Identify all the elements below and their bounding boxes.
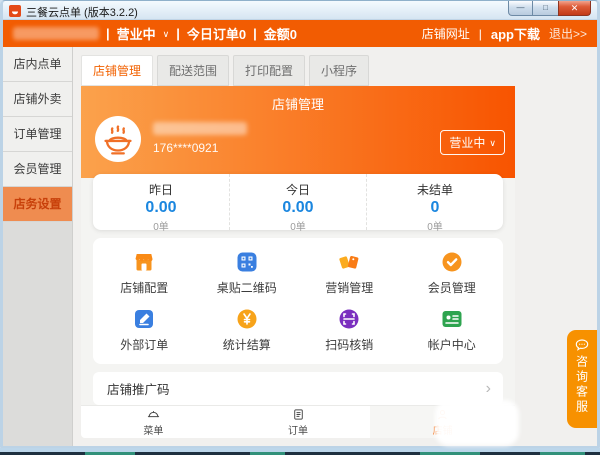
shop-url-link[interactable]: 店铺网址	[422, 25, 470, 42]
panel-header: 店铺管理 176****0921 营业中 ∨	[81, 86, 515, 178]
dish-icon	[147, 410, 159, 417]
tab-mini-program[interactable]: 小程序	[309, 55, 370, 86]
external-order-icon	[135, 309, 154, 328]
customer-service-button[interactable]: 咨询客服	[567, 330, 597, 428]
redacted-area	[435, 400, 519, 446]
grid-item-label: 扫码核销	[325, 337, 374, 352]
member-check-icon	[442, 252, 462, 271]
grid-item-label: 店铺配置	[120, 280, 169, 295]
minimize-button[interactable]: —	[508, 1, 533, 16]
store-management-panel: 店铺管理 176****0921 营业中 ∨ 昨日 0.00 0单 今日 0.0…	[81, 86, 519, 446]
separator: |	[253, 26, 257, 41]
tab-print-config[interactable]: 打印配置	[233, 55, 306, 86]
grid-item-members[interactable]: 会员管理	[401, 244, 504, 301]
app-download-link[interactable]: app下载	[491, 24, 540, 43]
marketing-tags-icon	[339, 255, 359, 269]
window-title: 三餐云点单 (版本3.2.2)	[26, 7, 138, 19]
maximize-button[interactable]: □	[533, 1, 558, 16]
promo-code-label: 店铺推广码	[107, 383, 170, 397]
order-doc-icon	[293, 408, 303, 420]
stat-value: 0.00	[145, 199, 177, 216]
nav-item-menu[interactable]: 菜单	[81, 406, 226, 438]
app-header-bar: | 营业中 ∨ | 今日订单0 | 金额0 店铺网址 | app下载 退出>>	[3, 20, 597, 47]
nav-item-orders[interactable]: 订单	[226, 406, 371, 438]
stat-sub: 0单	[153, 222, 169, 233]
scan-verify-icon	[339, 309, 359, 328]
sidebar: 店内点单 店铺外卖 订单管理 会员管理 店务设置	[3, 47, 73, 446]
stat-label: 未结单	[416, 183, 453, 197]
tab-delivery-range[interactable]: 配送范围	[157, 55, 230, 86]
sidebar-item-orders[interactable]: 订单管理	[3, 117, 72, 152]
nav-label: 订单	[288, 425, 308, 437]
sidebar-item-dine-in[interactable]: 店内点单	[3, 47, 72, 82]
stat-sub: 0单	[290, 222, 306, 233]
stat-sub: 0单	[427, 222, 443, 233]
sidebar-item-members[interactable]: 会员管理	[3, 152, 72, 187]
close-button[interactable]: ✕	[558, 1, 591, 16]
stat-today: 今日 0.00 0单	[229, 174, 366, 233]
grid-item-store-config[interactable]: 店铺配置	[93, 244, 196, 301]
promo-code-row[interactable]: 店铺推广码 ›	[93, 372, 503, 405]
grid-item-label: 桌贴二维码	[216, 280, 277, 295]
stats-card: 昨日 0.00 0单 今日 0.00 0单 未结单 0 0单	[93, 174, 503, 233]
window-controls: — □ ✕	[508, 1, 591, 16]
content-area: 店内点单 店铺外卖 订单管理 会员管理 店务设置 店铺管理 配送范围 打印配置 …	[3, 47, 597, 446]
noodle-bowl-icon	[104, 125, 132, 155]
storefront-icon	[135, 253, 153, 270]
app-logo-icon	[9, 4, 21, 17]
redacted-account-name	[13, 27, 99, 40]
grid-item-label: 外部订单	[120, 337, 169, 352]
redacted-shop-name	[153, 122, 247, 135]
grid-item-table-qr[interactable]: 桌贴二维码	[196, 244, 299, 301]
today-orders-count: 今日订单0	[186, 27, 247, 42]
stat-unsettled: 未结单 0 0单	[366, 174, 503, 233]
panel-title: 店铺管理	[271, 97, 324, 112]
header-links: 店铺网址 | app下载 退出>>	[422, 24, 587, 43]
separator: |	[106, 26, 110, 41]
customer-service-label: 咨询客服	[574, 355, 589, 415]
sidebar-item-takeout[interactable]: 店铺外卖	[3, 82, 72, 117]
main-area: 店铺管理 配送范围 打印配置 小程序 店铺管理 176****0921 营业中 …	[74, 47, 597, 446]
business-status-label: 营业中	[449, 136, 486, 150]
chat-bubble-icon	[575, 339, 589, 351]
desktop-sliver	[0, 448, 600, 455]
grid-item-label: 会员管理	[427, 280, 476, 295]
business-status-dropdown[interactable]: 营业中	[117, 24, 156, 43]
chevron-down-icon: ∨	[489, 138, 496, 148]
logout-link[interactable]: 退出>>	[549, 25, 587, 42]
account-phone: 176****0921	[153, 141, 219, 155]
avatar	[95, 116, 141, 162]
chevron-right-icon: ›	[485, 379, 491, 397]
stat-label: 今日	[285, 183, 310, 197]
grid-item-label: 营销管理	[325, 280, 374, 295]
grid-item-statistics[interactable]: 统计结算	[196, 301, 299, 358]
nav-label: 菜单	[143, 425, 164, 437]
separator: |	[176, 26, 180, 41]
feature-grid-card: 店铺配置 桌贴二维码 营销管理 会员管理 外部订单 统计结算 扫码核销 帐户中心	[93, 238, 503, 364]
yen-stats-icon	[237, 309, 257, 328]
business-status-button[interactable]: 营业中 ∨	[440, 130, 505, 155]
grid-item-label: 帐户中心	[427, 337, 476, 352]
grid-item-account-center[interactable]: 帐户中心	[401, 301, 504, 358]
app-window: 三餐云点单 (版本3.2.2) — □ ✕ | 营业中 ∨ | 今日订单0 | …	[0, 0, 600, 449]
tab-store-management[interactable]: 店铺管理	[81, 55, 154, 86]
qr-code-icon	[237, 252, 257, 271]
tab-bar: 店铺管理 配送范围 打印配置 小程序	[81, 55, 370, 86]
titlebar: 三餐云点单 (版本3.2.2) — □ ✕	[3, 1, 597, 20]
grid-item-label: 统计结算	[222, 337, 271, 352]
stat-value: 0.00	[282, 199, 314, 216]
account-center-icon	[442, 310, 462, 327]
grid-item-external-orders[interactable]: 外部订单	[93, 301, 196, 358]
separator: |	[478, 26, 482, 41]
grid-item-scan-verify[interactable]: 扫码核销	[298, 301, 401, 358]
chevron-down-icon[interactable]: ∨	[163, 29, 170, 40]
grid-item-marketing[interactable]: 营销管理	[298, 244, 401, 301]
stat-value: 0	[430, 199, 440, 216]
sidebar-item-store-settings[interactable]: 店务设置	[3, 187, 72, 222]
stat-yesterday: 昨日 0.00 0单	[93, 174, 229, 233]
today-amount: 金额0	[263, 27, 297, 42]
stat-label: 昨日	[148, 183, 173, 197]
